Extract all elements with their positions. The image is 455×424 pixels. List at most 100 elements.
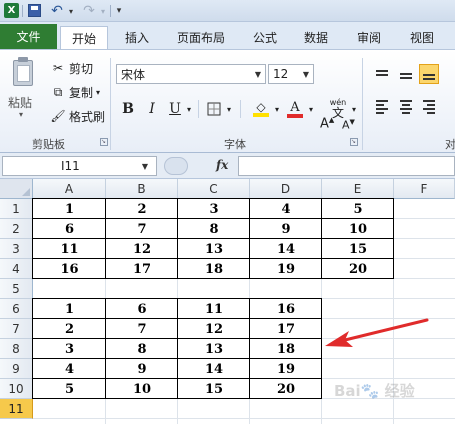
table-cell[interactable]: 4 xyxy=(33,359,106,379)
tab-page-layout[interactable]: 页面布局 xyxy=(168,26,234,49)
table-cell[interactable]: 16 xyxy=(33,259,106,279)
row-header-5[interactable]: 5 xyxy=(0,279,33,299)
tab-view[interactable]: 视图 xyxy=(400,26,444,49)
column-header-b[interactable]: B xyxy=(106,179,178,199)
tab-file[interactable]: 文件 xyxy=(0,24,57,49)
fill-color-button[interactable]: ◇ xyxy=(252,99,270,119)
italic-button[interactable]: I xyxy=(144,99,160,119)
phonetic-dropdown-icon[interactable]: ▾ xyxy=(349,99,359,119)
tab-insert[interactable]: 插入 xyxy=(114,26,160,49)
row-header-4[interactable]: 4 xyxy=(0,259,33,279)
table-cell[interactable]: 5 xyxy=(322,199,394,219)
formula-input[interactable] xyxy=(238,156,455,176)
save-icon[interactable] xyxy=(28,4,41,17)
redo-icon[interactable]: ↷ xyxy=(80,3,98,19)
row-header-7[interactable]: 7 xyxy=(0,319,33,339)
table-cell[interactable]: 1 xyxy=(33,299,106,319)
undo-icon[interactable]: ↶ xyxy=(48,3,66,19)
table-cell[interactable]: 1 xyxy=(33,199,106,219)
cut-button[interactable]: ✂ 剪切 xyxy=(50,59,93,77)
table-cell[interactable]: 15 xyxy=(178,379,250,399)
row-header-8[interactable]: 8 xyxy=(0,339,33,359)
font-launcher-icon[interactable]: ↘ xyxy=(350,138,358,146)
underline-button[interactable]: U xyxy=(167,99,183,119)
font-color-button[interactable]: A xyxy=(286,99,304,119)
table-cell[interactable]: 12 xyxy=(178,319,250,339)
table-cell[interactable]: 3 xyxy=(178,199,250,219)
tab-review[interactable]: 审阅 xyxy=(346,26,392,49)
table-cell[interactable]: 13 xyxy=(178,239,250,259)
table-cell[interactable]: 11 xyxy=(178,299,250,319)
table-cell[interactable]: 6 xyxy=(106,299,178,319)
table-cell[interactable]: 17 xyxy=(106,259,178,279)
select-all-button[interactable] xyxy=(0,179,33,199)
tab-data[interactable]: 数据 xyxy=(294,26,338,49)
row-header-9[interactable]: 9 xyxy=(0,359,33,379)
align-middle-button[interactable] xyxy=(396,66,416,86)
paste-icon[interactable] xyxy=(10,56,36,88)
table-cell[interactable]: 8 xyxy=(106,339,178,359)
table-cell[interactable]: 15 xyxy=(322,239,394,259)
align-bottom-button[interactable] xyxy=(419,64,439,84)
clipboard-launcher-icon[interactable]: ↘ xyxy=(100,138,108,146)
tab-home[interactable]: 开始 xyxy=(60,26,108,49)
customize-toolbar-icon[interactable]: ▾ xyxy=(114,3,124,19)
table-cell[interactable]: 14 xyxy=(178,359,250,379)
underline-dropdown-icon[interactable]: ▾ xyxy=(184,99,194,119)
align-right-button[interactable] xyxy=(419,97,439,117)
table-cell[interactable]: 3 xyxy=(33,339,106,359)
align-left-button[interactable] xyxy=(372,97,392,117)
shrink-font-button[interactable]: A▼ xyxy=(342,118,355,132)
chevron-down-icon[interactable]: ▼ xyxy=(299,65,313,83)
chevron-down-icon[interactable]: ▼ xyxy=(251,65,265,83)
format-painter-button[interactable]: 🖌 格式刷 xyxy=(50,107,105,125)
table-cell[interactable]: 5 xyxy=(33,379,106,399)
column-header-c[interactable]: C xyxy=(178,179,250,199)
table-cell[interactable]: 13 xyxy=(178,339,250,359)
row-header-11[interactable]: 11 xyxy=(0,399,33,419)
table-cell[interactable]: 4 xyxy=(250,199,322,219)
font-size-select[interactable]: 12 ▼ xyxy=(268,64,314,84)
table-cell[interactable]: 2 xyxy=(33,319,106,339)
font-name-select[interactable]: 宋体 ▼ xyxy=(116,64,266,84)
tab-formulas[interactable]: 公式 xyxy=(244,26,286,49)
paste-button[interactable]: 粘贴 xyxy=(8,94,32,111)
table-cell[interactable]: 20 xyxy=(322,259,394,279)
column-header-a[interactable]: A xyxy=(33,179,106,199)
font-color-dropdown-icon[interactable]: ▾ xyxy=(306,99,316,119)
table-cell[interactable]: 9 xyxy=(106,359,178,379)
table-cell[interactable]: 18 xyxy=(250,339,322,359)
table-cell[interactable]: 18 xyxy=(178,259,250,279)
column-header-f[interactable]: F xyxy=(394,179,455,199)
insert-function-button[interactable]: fx xyxy=(216,158,228,172)
fill-dropdown-icon[interactable]: ▾ xyxy=(272,99,282,119)
table-cell[interactable]: 10 xyxy=(322,219,394,239)
row-header-1[interactable]: 1 xyxy=(0,199,33,219)
borders-dropdown-icon[interactable]: ▾ xyxy=(224,99,234,119)
table-cell[interactable]: 7 xyxy=(106,219,178,239)
table-cell[interactable]: 16 xyxy=(250,299,322,319)
chevron-down-icon[interactable]: ▼ xyxy=(138,157,152,175)
table-cell[interactable]: 12 xyxy=(106,239,178,259)
table-cell[interactable]: 11 xyxy=(33,239,106,259)
formula-bar-resize-handle[interactable] xyxy=(164,157,188,175)
column-header-d[interactable]: D xyxy=(250,179,322,199)
row-header-10[interactable]: 10 xyxy=(0,379,33,399)
align-center-button[interactable] xyxy=(396,97,416,117)
table-cell[interactable]: 7 xyxy=(106,319,178,339)
column-header-e[interactable]: E xyxy=(322,179,394,199)
undo-dropdown-icon[interactable]: ▾ xyxy=(66,3,76,19)
row-header-3[interactable]: 3 xyxy=(0,239,33,259)
row-header-2[interactable]: 2 xyxy=(0,219,33,239)
name-box[interactable]: I11 ▼ xyxy=(2,156,157,176)
table-cell[interactable]: 19 xyxy=(250,359,322,379)
redo-dropdown-icon[interactable]: ▾ xyxy=(98,3,108,19)
excel-logo-icon[interactable]: X xyxy=(4,3,19,18)
align-top-button[interactable] xyxy=(372,64,392,84)
copy-button[interactable]: ⧉ 复制 ▾ xyxy=(50,83,100,101)
copy-dropdown-icon[interactable]: ▾ xyxy=(96,88,100,97)
table-cell[interactable]: 10 xyxy=(106,379,178,399)
borders-button[interactable] xyxy=(206,99,222,119)
table-cell[interactable]: 2 xyxy=(106,199,178,219)
table-cell[interactable]: 9 xyxy=(250,219,322,239)
